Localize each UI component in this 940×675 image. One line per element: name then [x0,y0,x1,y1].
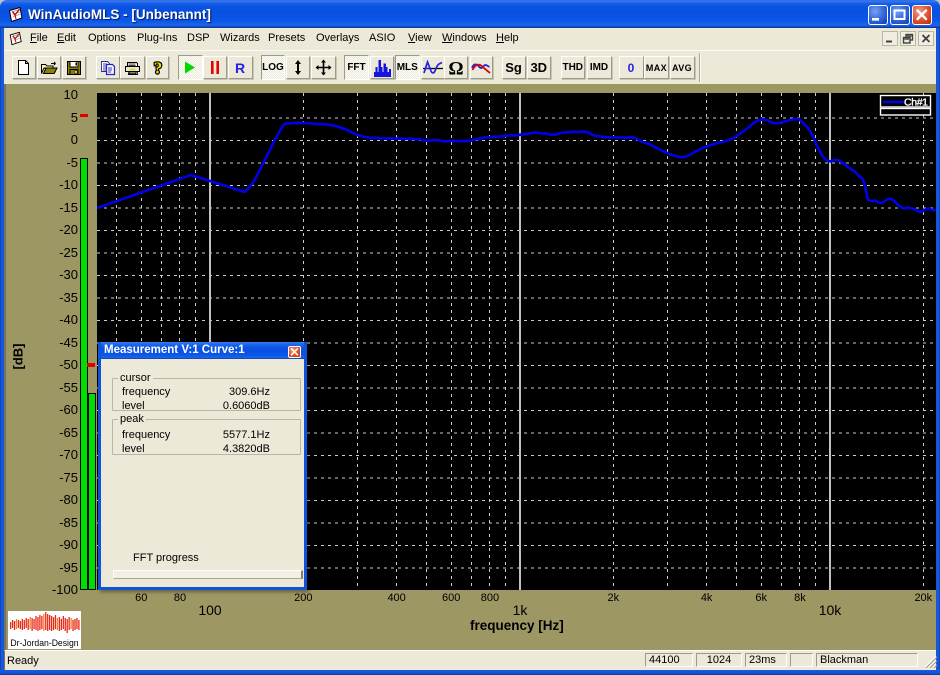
svg-text:Ω: Ω [448,59,463,77]
svg-text:Ch#1: Ch#1 [904,97,928,109]
svg-text:R: R [235,61,245,75]
svg-text:?: ? [153,59,162,77]
